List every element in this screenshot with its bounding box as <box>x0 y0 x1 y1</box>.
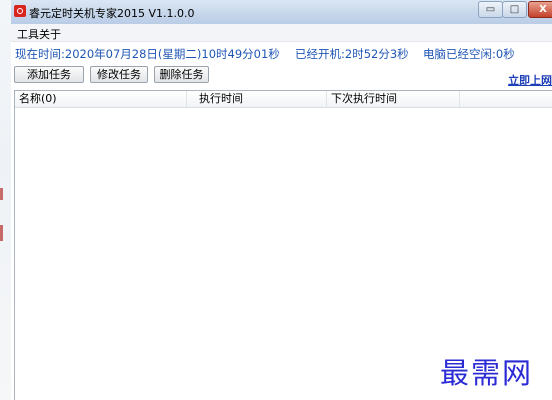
idle-time-text: 电脑已经空闲:0秒 <box>423 47 515 61</box>
menu-bar: 工具 关于 <box>11 24 552 42</box>
app-icon <box>14 5 26 17</box>
current-time-text: 现在时间:2020年07月28日(星期二)10时49分01秒 <box>15 47 280 61</box>
delete-task-button[interactable]: 删除任务 <box>154 66 209 83</box>
column-header-next-exec-time[interactable]: 下次执行时间 <box>327 91 460 107</box>
column-header-name[interactable]: 名称(0) <box>15 91 187 107</box>
close-button[interactable]: X <box>528 1 552 18</box>
column-header-exec-time[interactable]: 执行时间 <box>187 91 327 107</box>
edit-task-button[interactable]: 修改任务 <box>90 66 148 83</box>
minimize-button[interactable]: ▭ <box>478 1 503 18</box>
uptime-text: 已经开机:2时52分3秒 <box>295 47 409 61</box>
menu-tools[interactable]: 工具 <box>17 26 39 42</box>
desktop-mark <box>0 188 3 200</box>
menu-about[interactable]: 关于 <box>39 26 61 42</box>
title-bar[interactable]: 睿元定时关机专家2015 V1.1.0.0 ▭ □ X <box>11 0 552 24</box>
column-header-exec-time-label: 执行时间 <box>199 92 243 105</box>
task-list-header: 名称(0) 执行时间 下次执行时间 <box>15 91 552 108</box>
go-online-link[interactable]: 立即上网 <box>508 72 552 88</box>
desktop-strip <box>0 0 11 400</box>
desktop-mark <box>0 225 3 241</box>
add-task-button[interactable]: 添加任务 <box>14 66 84 83</box>
app-window: 睿元定时关机专家2015 V1.1.0.0 ▭ □ X 工具 关于 现在时间:2… <box>11 0 552 400</box>
window-title: 睿元定时关机专家2015 V1.1.0.0 <box>29 7 195 20</box>
watermark: 最需网 <box>440 356 534 390</box>
maximize-button[interactable]: □ <box>502 1 527 18</box>
